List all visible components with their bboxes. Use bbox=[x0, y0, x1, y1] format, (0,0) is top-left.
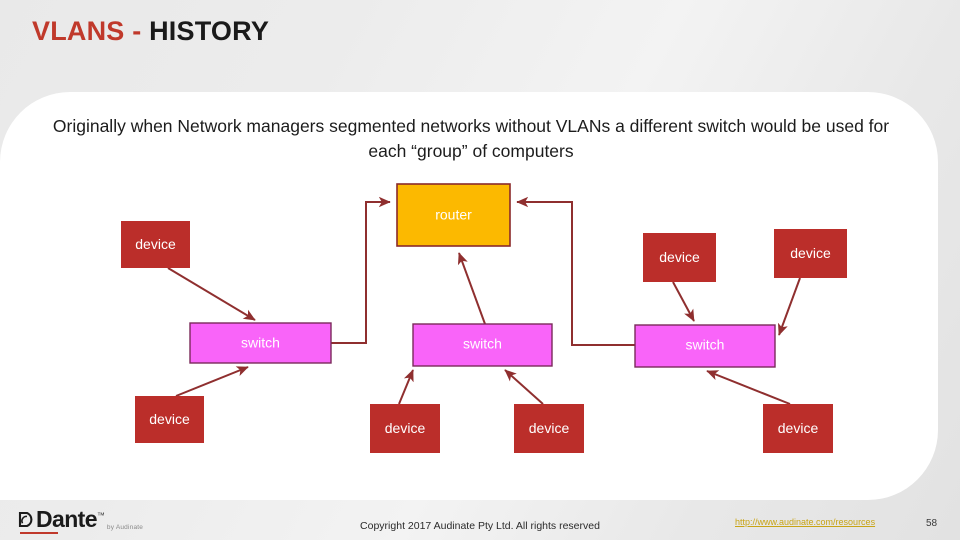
node-router[interactable]: router bbox=[396, 183, 511, 247]
network-diagram: device router device device switch switc… bbox=[121, 183, 847, 453]
node-label: switch bbox=[463, 336, 502, 352]
trademark-symbol: ™ bbox=[96, 511, 105, 520]
connector-device6-to-switch2 bbox=[504, 369, 544, 405]
node-switch-2[interactable]: switch bbox=[412, 323, 553, 367]
connector-device1-to-switch1 bbox=[167, 267, 256, 321]
node-device-1[interactable]: device bbox=[121, 221, 190, 268]
node-label: switch bbox=[241, 335, 280, 351]
connector-device3-to-switch3 bbox=[777, 277, 801, 336]
connector-switch2-to-router bbox=[457, 252, 486, 325]
connector-device2-to-switch3 bbox=[672, 281, 695, 322]
node-label: device bbox=[778, 420, 819, 436]
node-label: switch bbox=[686, 337, 725, 353]
node-label: device bbox=[385, 420, 426, 436]
node-label: router bbox=[435, 207, 472, 223]
node-device-6[interactable]: device bbox=[514, 404, 584, 453]
content-panel: Originally when Network managers segment… bbox=[0, 92, 938, 500]
node-device-7[interactable]: device bbox=[763, 404, 833, 453]
connector-device5-to-switch2 bbox=[398, 369, 414, 405]
page-number: 58 bbox=[926, 518, 938, 529]
node-switch-1[interactable]: switch bbox=[189, 322, 332, 364]
node-switch-3[interactable]: switch bbox=[634, 324, 776, 368]
node-device-4[interactable]: device bbox=[135, 396, 204, 443]
resources-link[interactable]: http://www.audinate.com/resources bbox=[735, 517, 875, 527]
connector-device4-to-switch1 bbox=[175, 366, 249, 397]
slide: VLANS - HISTORY Originally when Network … bbox=[0, 0, 960, 540]
connector-device7-to-switch3 bbox=[706, 370, 791, 405]
title-accent: VLANS - bbox=[32, 16, 150, 46]
node-label: device bbox=[659, 249, 700, 265]
node-label: device bbox=[790, 245, 831, 261]
node-label: device bbox=[149, 411, 190, 427]
node-device-3[interactable]: device bbox=[774, 229, 847, 278]
node-device-5[interactable]: device bbox=[370, 404, 440, 453]
page-title: VLANS - HISTORY bbox=[32, 16, 269, 47]
title-main: HISTORY bbox=[149, 16, 270, 46]
node-device-2[interactable]: device bbox=[643, 233, 716, 282]
connector-switch1-to-router bbox=[331, 196, 391, 344]
node-label: device bbox=[529, 420, 570, 436]
node-label: device bbox=[135, 236, 176, 252]
logo-underline bbox=[20, 532, 58, 534]
